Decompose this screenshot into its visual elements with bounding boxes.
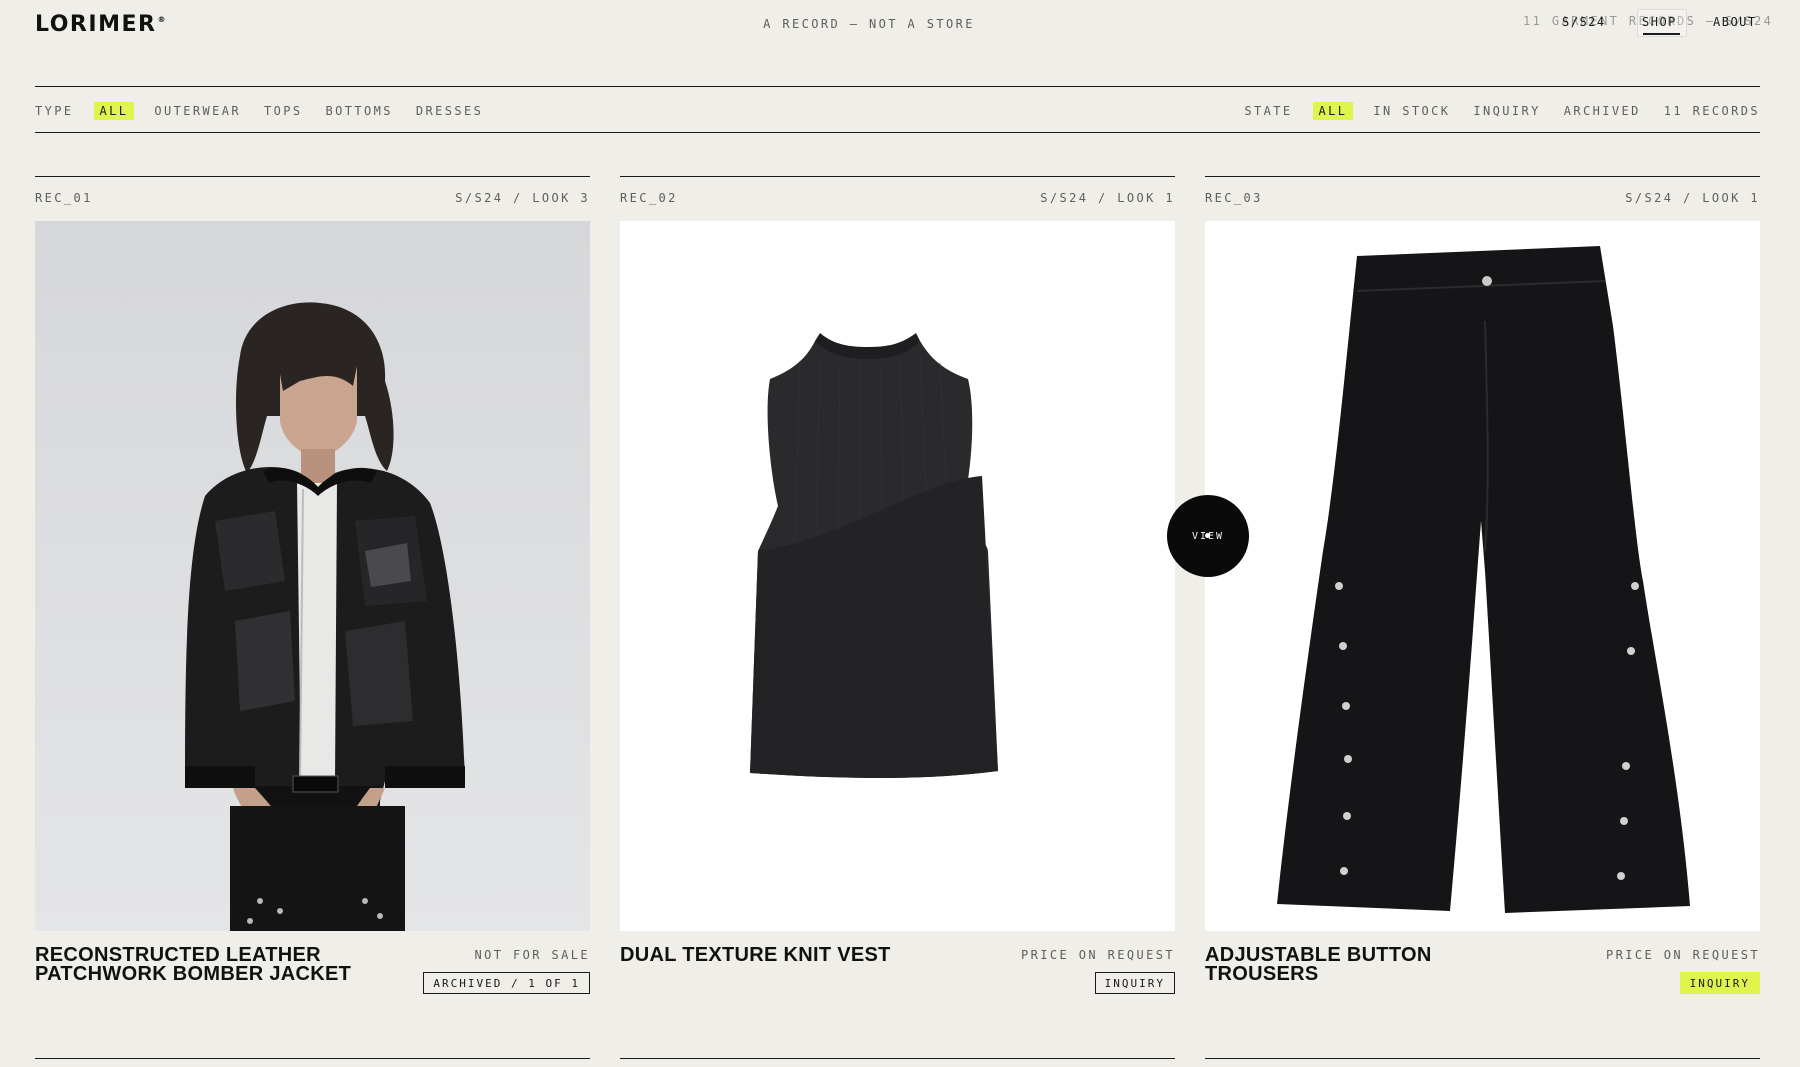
- next-row-rule: [35, 1058, 590, 1059]
- card-rule: [35, 176, 590, 177]
- record-count: 11 RECORDS: [1663, 104, 1760, 118]
- type-option-bottoms[interactable]: BOTTOMS: [326, 104, 393, 118]
- next-row-rule: [1205, 1058, 1760, 1059]
- product-title[interactable]: RECONSTRUCTED LEATHER PATCHWORK BOMBER J…: [35, 945, 355, 984]
- state-option-all[interactable]: ALL: [1312, 102, 1354, 120]
- record-id: REC_02: [620, 191, 678, 205]
- cursor-dot-icon: [1205, 533, 1210, 538]
- type-option-tops[interactable]: TOPS: [264, 104, 303, 118]
- tagline: A RECORD — NOT A STORE: [763, 17, 975, 31]
- next-row-rule: [620, 1058, 1175, 1059]
- type-option-outerwear[interactable]: OUTERWEAR: [154, 104, 241, 118]
- product-title[interactable]: ADJUSTABLE BUTTON TROUSERS: [1205, 945, 1525, 984]
- product-image[interactable]: [1205, 221, 1760, 931]
- type-option-all[interactable]: ALL: [93, 102, 135, 120]
- state-option-inquiry[interactable]: INQUIRY: [1473, 104, 1540, 118]
- nav-shop[interactable]: SHOP: [1642, 15, 1677, 29]
- nav-about[interactable]: ABOUT: [1713, 15, 1757, 29]
- button-trousers-photo: [1205, 221, 1760, 931]
- filter-bottom-rule: [35, 132, 1760, 133]
- price-label: PRICE ON REQUEST: [1606, 948, 1760, 962]
- state-filter: STATE ALL IN STOCK INQUIRY ARCHIVED 11 R…: [1244, 102, 1760, 120]
- record-id: REC_01: [35, 191, 93, 205]
- look-label: S/S24 / LOOK 3: [455, 191, 590, 205]
- price-label: PRICE ON REQUEST: [1021, 948, 1175, 962]
- product-card[interactable]: REC_02 S/S24 / LOOK 1 DUAL TEXTURE KNIT …: [620, 176, 1175, 994]
- state-option-archived[interactable]: ARCHIVED: [1564, 104, 1641, 118]
- type-filter: TYPE ALL OUTERWEAR TOPS BOTTOMS DRESSES: [35, 102, 483, 120]
- price-label: NOT FOR SALE: [474, 948, 590, 962]
- record-id: REC_03: [1205, 191, 1263, 205]
- product-image[interactable]: [35, 221, 590, 931]
- card-rule: [1205, 176, 1760, 177]
- bomber-jacket-photo: [35, 221, 590, 931]
- look-label: S/S24 / LOOK 1: [1040, 191, 1175, 205]
- type-filter-label: TYPE: [35, 104, 74, 118]
- state-filter-label: STATE: [1244, 104, 1293, 118]
- status-badge: ARCHIVED / 1 OF 1: [423, 972, 590, 994]
- nav-season[interactable]: S/S24: [1562, 15, 1606, 29]
- view-cursor[interactable]: VIEW: [1167, 495, 1249, 577]
- card-rule: [620, 176, 1175, 177]
- status-badge[interactable]: INQUIRY: [1094, 972, 1175, 994]
- product-title[interactable]: DUAL TEXTURE KNIT VEST: [620, 945, 940, 965]
- status-badge[interactable]: INQUIRY: [1679, 972, 1760, 994]
- knit-vest-photo: [620, 221, 1175, 931]
- look-label: S/S24 / LOOK 1: [1625, 191, 1760, 205]
- nav-shop-underline: [1643, 33, 1680, 35]
- type-option-dresses[interactable]: DRESSES: [416, 104, 483, 118]
- product-card[interactable]: REC_03 S/S24 / LOOK 1 ADJUSTABLE BUTTON …: [1205, 176, 1760, 994]
- filter-top-rule: [35, 86, 1760, 87]
- state-option-in-stock[interactable]: IN STOCK: [1373, 104, 1450, 118]
- product-card[interactable]: REC_01 S/S24 / LOOK 3 RECONSTRUCTED LEAT…: [35, 176, 590, 994]
- product-image[interactable]: [620, 221, 1175, 931]
